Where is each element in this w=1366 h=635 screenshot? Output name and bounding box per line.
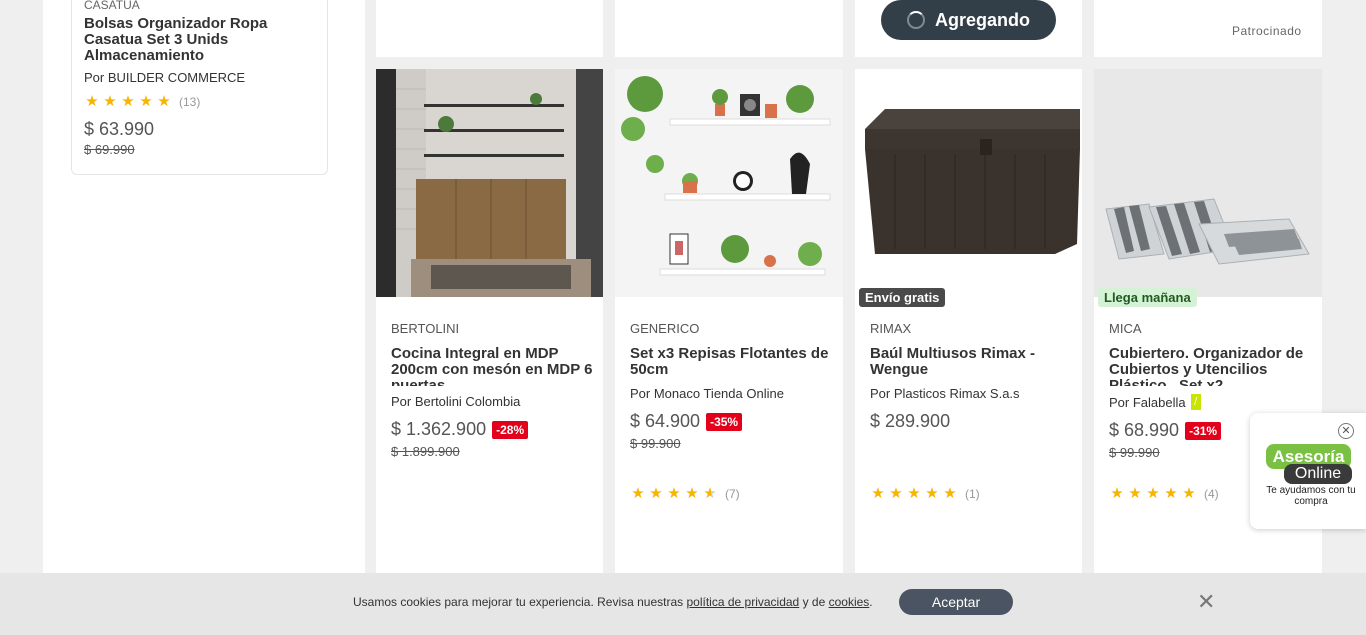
free-shipping-tag: Envío gratis — [859, 288, 946, 307]
loading-spinner-icon — [906, 11, 925, 29]
product-card[interactable]: GENERICO Set x3 Repisas Flotantes de 50c… — [615, 69, 843, 589]
product-title[interactable]: Cocina Integral en MDP 200cm con mesón e… — [391, 346, 593, 386]
product-price: $ 64.900 — [630, 411, 701, 431]
product-brand: MICA — [1109, 321, 1142, 336]
product-brand: RIMAX — [870, 321, 912, 336]
product-old-price: $ 99.900 — [630, 436, 681, 451]
discount-badge: -28% — [492, 420, 529, 439]
privacy-policy-link[interactable]: política de privacidad — [687, 595, 800, 609]
product-brand: GENERICO — [630, 321, 700, 336]
product-info: RIMAX Baúl Multiusos Rimax - Wengue Por … — [870, 321, 1072, 501]
product-image[interactable] — [615, 69, 843, 297]
seller-name: Por Falabella — [1109, 394, 1186, 410]
star-icon: ★ — [631, 485, 645, 502]
product-seller: Por BUILDER COMMERCE — [84, 70, 246, 85]
cookies-link[interactable]: cookies — [829, 595, 870, 609]
product-brand: BERTOLINI — [391, 321, 460, 336]
star-icon: ★ — [871, 485, 885, 502]
seller-name: Por Monaco Tienda Online — [630, 386, 784, 401]
star-icon: ★ — [1110, 485, 1124, 502]
product-seller: Por Plasticos Rimax S.a.s — [870, 386, 1072, 401]
delivery-tag: Llega mañana — [1098, 288, 1197, 307]
product-info: BERTOLINI Cocina Integral en MDP 200cm c… — [391, 321, 593, 459]
star-icon: ★ — [157, 93, 171, 110]
star-icon: ★ — [103, 93, 117, 110]
product-title[interactable]: Cubiertero. Organizador de Cubiertos y U… — [1109, 346, 1312, 386]
review-count: (7) — [725, 487, 740, 501]
left-panel: CASATUA Bolsas Organizador Ropa Casatua … — [43, 0, 365, 635]
star-icon: ★ — [889, 485, 903, 502]
product-title[interactable]: Baúl Multiusos Rimax - Wengue — [870, 346, 1072, 378]
adding-to-cart-button[interactable]: Agregando — [881, 0, 1056, 40]
product-price: $ 68.990 — [1109, 420, 1180, 440]
star-icon: ★ — [85, 93, 99, 110]
product-old-price: $ 69.990 — [84, 142, 135, 157]
adding-label: Agregando — [934, 9, 1030, 30]
cookie-message: Usamos cookies para mejorar tu experienc… — [353, 595, 873, 609]
sponsored-label: Patrocinado — [1232, 24, 1302, 38]
star-icon: ★ — [943, 485, 957, 502]
cookie-text-end: . — [869, 595, 873, 609]
accept-cookies-button[interactable]: Aceptar — [899, 589, 1013, 615]
star-icon: ★ — [685, 485, 699, 502]
product-price: $ 1.362.900 — [391, 419, 487, 439]
star-icon: ★ — [907, 485, 921, 502]
seller-name: Por Bertolini Colombia — [391, 394, 521, 409]
close-icon[interactable]: ✕ — [1197, 591, 1215, 613]
seller-name: Por Plasticos Rimax S.a.s — [870, 386, 1020, 401]
online-advisor-widget[interactable]: ✕ Asesoría Online Te ayudamos con tu com… — [1250, 413, 1366, 529]
discount-badge: -35% — [706, 412, 743, 431]
product-info: GENERICO Set x3 Repisas Flotantes de 50c… — [630, 321, 833, 501]
product-old-price: $ 1.899.900 — [391, 444, 460, 459]
rating-stars: ★ ★ ★ ★ ★ (13) — [84, 93, 315, 110]
product-price: $ 289.900 — [870, 411, 951, 431]
star-icon: ★ — [1146, 485, 1160, 502]
product-price: $ 63.990 — [84, 119, 155, 139]
product-card-top — [376, 0, 603, 57]
product-seller: Por Bertolini Colombia — [391, 394, 593, 409]
product-seller: Por Falabella / — [1109, 394, 1312, 410]
advisor-subtitle: Te ayudamos con tu compra — [1266, 485, 1356, 507]
review-count: (4) — [1204, 487, 1219, 501]
product-card[interactable]: Envío gratis RIMAX Baúl Multiusos Rimax … — [855, 69, 1082, 589]
rating-stars: ★ ★ ★ ★ ★ (7) — [630, 485, 740, 502]
product-image[interactable] — [855, 69, 1082, 297]
product-price-row: $ 289.900 — [870, 411, 1072, 432]
star-icon: ★ — [1164, 485, 1178, 502]
rating-stars: ★ ★ ★ ★ ★ (4) — [1109, 485, 1219, 502]
star-icon: ★ — [649, 485, 663, 502]
review-count: (1) — [965, 487, 980, 501]
rating-stars: ★ ★ ★ ★ ★ (1) — [870, 485, 980, 502]
product-title[interactable]: Set x3 Repisas Flotantes de 50cm — [630, 346, 833, 378]
cookie-banner: Usamos cookies para mejorar tu experienc… — [0, 573, 1366, 635]
falabella-seller-icon: / — [1190, 394, 1201, 410]
cookie-text-mid: y de — [802, 595, 826, 609]
discount-badge: -31% — [1185, 421, 1222, 440]
star-icon: ★ — [925, 485, 939, 502]
product-card[interactable]: BERTOLINI Cocina Integral en MDP 200cm c… — [376, 69, 603, 589]
product-image[interactable] — [1094, 69, 1322, 297]
product-title[interactable]: Bolsas Organizador Ropa Casatua Set 3 Un… — [84, 16, 315, 64]
star-icon: ★ — [1128, 485, 1142, 502]
product-price-row: $ 1.362.900 -28% — [391, 419, 593, 440]
star-icon: ★ — [1182, 485, 1196, 502]
star-icon: ★ — [121, 93, 135, 110]
star-icon: ★ — [139, 93, 153, 110]
cookie-text-before: Usamos cookies para mejorar tu experienc… — [353, 595, 684, 609]
close-icon[interactable]: ✕ — [1338, 423, 1354, 439]
product-brand: CASATUA — [84, 0, 140, 12]
advisor-bubble-bottom: Online — [1284, 464, 1352, 484]
product-card-side[interactable]: CASATUA Bolsas Organizador Ropa Casatua … — [71, 0, 328, 175]
product-card-top — [615, 0, 843, 57]
product-image[interactable] — [376, 69, 603, 297]
star-icon: ★ — [667, 485, 681, 502]
product-price-row: $ 64.900 -35% — [630, 411, 833, 432]
star-half-icon: ★ — [703, 485, 717, 502]
review-count: (13) — [179, 95, 201, 109]
product-seller: Por Monaco Tienda Online — [630, 386, 833, 401]
